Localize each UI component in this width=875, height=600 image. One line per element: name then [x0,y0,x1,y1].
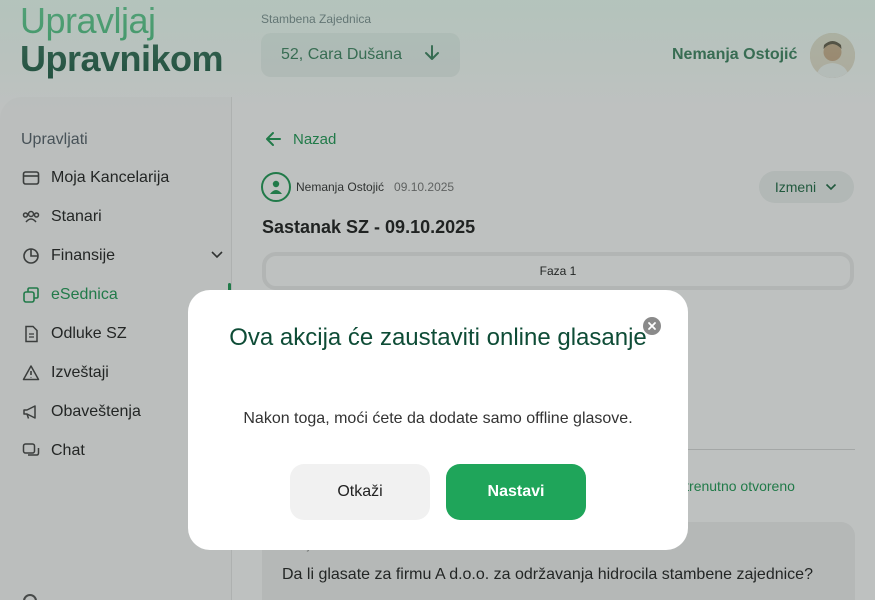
cancel-button[interactable]: Otkaži [290,464,430,520]
dialog-message: Nakon toga, moći ćete da dodate samo off… [243,410,633,427]
continue-button[interactable]: Nastavi [446,464,586,520]
confirm-dialog: Ova akcija će zaustaviti online glasanje… [188,290,688,550]
dialog-title: Ova akcija će zaustaviti online glasanje [229,324,647,351]
